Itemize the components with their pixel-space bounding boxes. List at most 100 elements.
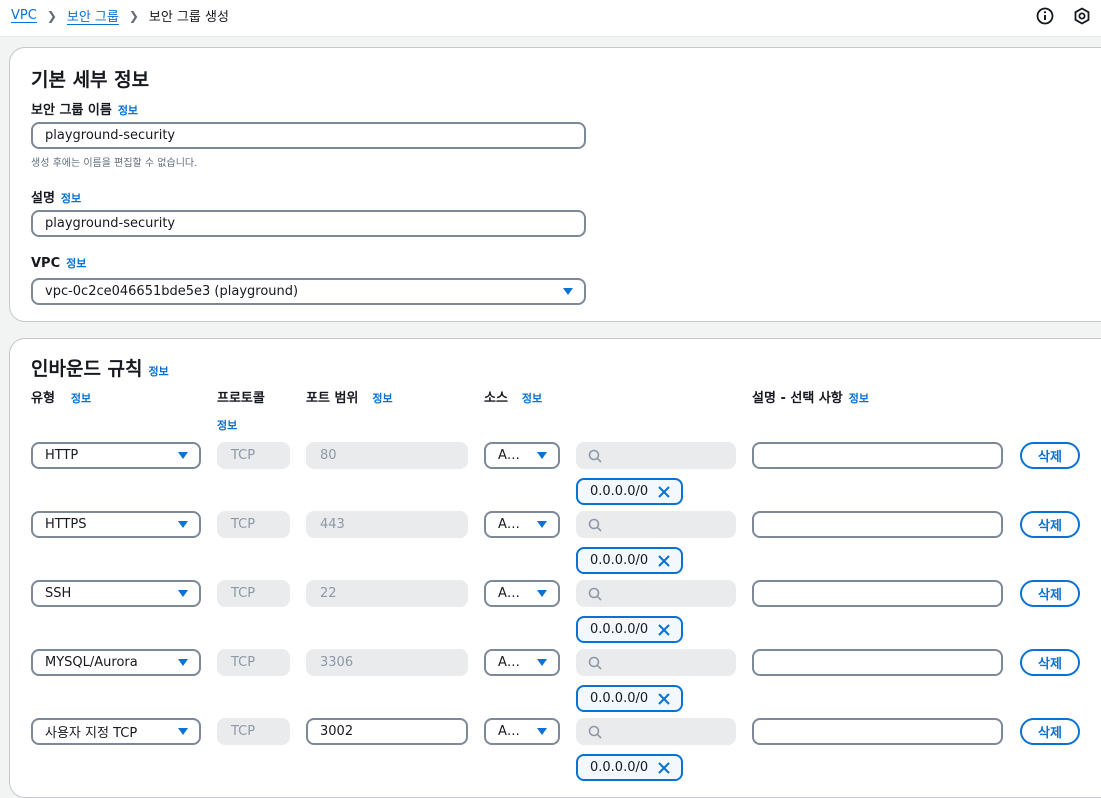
rule-protocol: TCP xyxy=(217,511,290,538)
rule-port-range-input[interactable]: 3002 xyxy=(306,718,468,745)
caret-down-icon xyxy=(537,521,547,528)
caret-down-icon xyxy=(178,452,188,459)
settings-hexagon-icon[interactable] xyxy=(1073,7,1091,25)
rule-source-search[interactable] xyxy=(576,718,736,745)
rule-source-select[interactable]: A… xyxy=(484,511,560,538)
info-link[interactable]: 정보 xyxy=(217,417,237,433)
rule-protocol: TCP xyxy=(217,442,290,469)
delete-rule-button[interactable]: 삭제 xyxy=(1020,580,1080,607)
name-label: 보안 그룹 이름 정보 xyxy=(31,99,138,118)
security-group-name-input[interactable]: playground-security xyxy=(31,122,586,149)
cidr-token-value: 0.0.0.0/0 xyxy=(590,691,649,706)
cidr-token: 0.0.0.0/0 xyxy=(576,547,683,574)
breadcrumb-current: 보안 그룹 생성 xyxy=(148,10,229,25)
rule-type-value: MYSQL/Aurora xyxy=(45,655,138,670)
rule-description-input[interactable] xyxy=(752,718,1003,745)
rule-source-search[interactable] xyxy=(576,649,736,676)
rule-type-select[interactable]: HTTP xyxy=(31,442,201,469)
info-link[interactable]: 정보 xyxy=(149,365,169,378)
info-link[interactable]: 정보 xyxy=(61,192,81,205)
search-icon xyxy=(588,449,602,463)
chevron-right-icon: ❯ xyxy=(128,8,139,23)
info-link[interactable]: 정보 xyxy=(849,392,869,405)
cidr-token: 0.0.0.0/0 xyxy=(576,616,683,643)
delete-rule-button[interactable]: 삭제 xyxy=(1020,511,1080,538)
rule-type-select[interactable]: SSH xyxy=(31,580,201,607)
rule-source-search[interactable] xyxy=(576,580,736,607)
rule-description-input[interactable] xyxy=(752,580,1003,607)
search-icon xyxy=(588,587,602,601)
rule-protocol: TCP xyxy=(217,649,290,676)
cidr-token: 0.0.0.0/0 xyxy=(576,478,683,505)
header-port-range: 포트 범위 정보 xyxy=(306,387,393,406)
rule-description-input[interactable] xyxy=(752,511,1003,538)
info-link[interactable]: 정보 xyxy=(118,104,138,117)
info-link[interactable]: 정보 xyxy=(66,257,86,270)
cidr-token-value: 0.0.0.0/0 xyxy=(590,484,649,499)
rule-description-input[interactable] xyxy=(752,442,1003,469)
close-icon[interactable] xyxy=(657,692,671,706)
rule-source-value: A… xyxy=(498,655,520,670)
name-hint: 생성 후에는 이름을 편집할 수 없습니다. xyxy=(31,158,198,169)
rule-source-select[interactable]: A… xyxy=(484,649,560,676)
description-input[interactable]: playground-security xyxy=(31,210,586,237)
rule-source-value: A… xyxy=(498,517,520,532)
rule-source-value: A… xyxy=(498,724,520,739)
header-source-text: 소스 xyxy=(484,391,508,406)
cidr-token: 0.0.0.0/0 xyxy=(576,754,683,781)
cidr-token-value: 0.0.0.0/0 xyxy=(590,760,649,775)
header-type: 유형 정보 xyxy=(31,387,91,406)
breadcrumb: VPC ❯ 보안 그룹 ❯ 보안 그룹 생성 xyxy=(11,6,229,25)
close-icon[interactable] xyxy=(657,485,671,499)
search-icon xyxy=(588,656,602,670)
caret-down-icon xyxy=(537,452,547,459)
rule-source-select[interactable]: A… xyxy=(484,718,560,745)
close-icon[interactable] xyxy=(657,554,671,568)
rule-type-select[interactable]: 사용자 지정 TCP xyxy=(31,718,201,745)
chevron-right-icon: ❯ xyxy=(46,8,57,23)
header-description-text: 설명 - 선택 사항 xyxy=(752,391,843,406)
inbound-rules-title: 인바운드 규칙 정보 xyxy=(31,354,169,381)
rule-source-select[interactable]: A… xyxy=(484,580,560,607)
cidr-token-value: 0.0.0.0/0 xyxy=(590,622,649,637)
rule-source-value: A… xyxy=(498,586,520,601)
rule-protocol: TCP xyxy=(217,580,290,607)
delete-rule-button[interactable]: 삭제 xyxy=(1020,442,1080,469)
close-icon[interactable] xyxy=(657,623,671,637)
vpc-label: VPC 정보 xyxy=(31,255,86,271)
delete-rule-button[interactable]: 삭제 xyxy=(1020,649,1080,676)
cidr-token-value: 0.0.0.0/0 xyxy=(590,553,649,568)
rule-source-search[interactable] xyxy=(576,442,736,469)
header-protocol: 프로토콜 xyxy=(217,391,265,406)
rule-type-select[interactable]: MYSQL/Aurora xyxy=(31,649,201,676)
vpc-label-text: VPC xyxy=(31,256,61,271)
caret-down-icon xyxy=(178,728,188,735)
top-bar: VPC ❯ 보안 그룹 ❯ 보안 그룹 생성 xyxy=(0,0,1101,37)
description-label: 설명 정보 xyxy=(31,187,81,206)
info-link[interactable]: 정보 xyxy=(372,392,392,405)
search-icon xyxy=(588,518,602,532)
inbound-rules-panel: 인바운드 규칙 정보 유형 정보 프로토콜 정보 포트 범위 정보 소스 정보 설명 -… xyxy=(9,338,1101,798)
info-link[interactable]: 정보 xyxy=(71,392,91,405)
rule-protocol: TCP xyxy=(217,718,290,745)
rule-source-select[interactable]: A… xyxy=(484,442,560,469)
description-label-text: 설명 xyxy=(31,191,55,206)
basic-details-title: 기본 세부 정보 xyxy=(31,69,150,91)
breadcrumb-security-groups-link[interactable]: 보안 그룹 xyxy=(67,6,119,25)
rule-type-value: 사용자 지정 TCP xyxy=(45,726,138,741)
close-icon[interactable] xyxy=(657,761,671,775)
vpc-select[interactable]: vpc-0c2ce046651bde5e3 (playground) xyxy=(31,278,586,305)
rule-port-range: 3306 xyxy=(306,649,468,676)
caret-down-icon xyxy=(537,590,547,597)
rule-type-select[interactable]: HTTPS xyxy=(31,511,201,538)
rule-description-input[interactable] xyxy=(752,649,1003,676)
header-type-text: 유형 xyxy=(31,391,55,406)
breadcrumb-vpc-link[interactable]: VPC xyxy=(11,8,37,23)
info-circle-icon[interactable] xyxy=(1036,7,1054,25)
caret-down-icon xyxy=(178,590,188,597)
delete-rule-button[interactable]: 삭제 xyxy=(1020,718,1080,745)
info-link[interactable]: 정보 xyxy=(522,392,542,405)
rule-type-value: SSH xyxy=(45,586,72,601)
header-description: 설명 - 선택 사항 정보 xyxy=(752,387,869,406)
rule-source-search[interactable] xyxy=(576,511,736,538)
